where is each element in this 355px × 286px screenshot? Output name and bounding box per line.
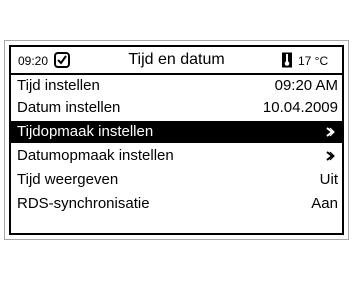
menu-item-tijd-instellen[interactable]: Tijd instellen 09:20 AM bbox=[11, 75, 342, 97]
menu-item-label: Tijdopmaak instellen bbox=[17, 123, 154, 140]
menu-item-value: 09:20 AM bbox=[274, 77, 338, 94]
display-frame: 09:20 Tijd en datum 17 °C Tijd instellen… bbox=[9, 45, 344, 235]
outside-temperature: 17 °C bbox=[298, 54, 329, 68]
menu-item-label: RDS-synchronisatie bbox=[17, 195, 150, 212]
thermometer-icon bbox=[282, 52, 292, 68]
menu-item-tijd-weergeven[interactable]: Tijd weergeven Uit bbox=[11, 169, 342, 191]
menu-item-datumopmaak-instellen[interactable]: Datumopmaak instellen bbox=[11, 145, 342, 167]
menu-item-value: 10.04.2009 bbox=[262, 99, 338, 116]
status-header: 09:20 Tijd en datum 17 °C bbox=[11, 47, 342, 75]
menu-item-datum-instellen[interactable]: Datum instellen 10.04.2009 bbox=[11, 97, 342, 119]
chevron-right-icon bbox=[326, 151, 335, 161]
menu-item-value: Aan bbox=[311, 195, 338, 212]
menu-item-value: Uit bbox=[319, 171, 338, 188]
chevron-right-icon bbox=[326, 127, 335, 137]
menu-item-label: Tijd instellen bbox=[17, 77, 100, 94]
menu-item-rds-synchronisatie[interactable]: RDS-synchronisatie Aan bbox=[11, 193, 342, 215]
display-screen: 09:20 Tijd en datum 17 °C Tijd instellen… bbox=[4, 40, 349, 240]
menu-item-label: Tijd weergeven bbox=[17, 171, 119, 188]
menu-item-label: Datum instellen bbox=[17, 99, 121, 116]
menu-item-label: Datumopmaak instellen bbox=[17, 147, 174, 164]
menu-item-tijdopmaak-instellen[interactable]: Tijdopmaak instellen bbox=[11, 121, 342, 143]
